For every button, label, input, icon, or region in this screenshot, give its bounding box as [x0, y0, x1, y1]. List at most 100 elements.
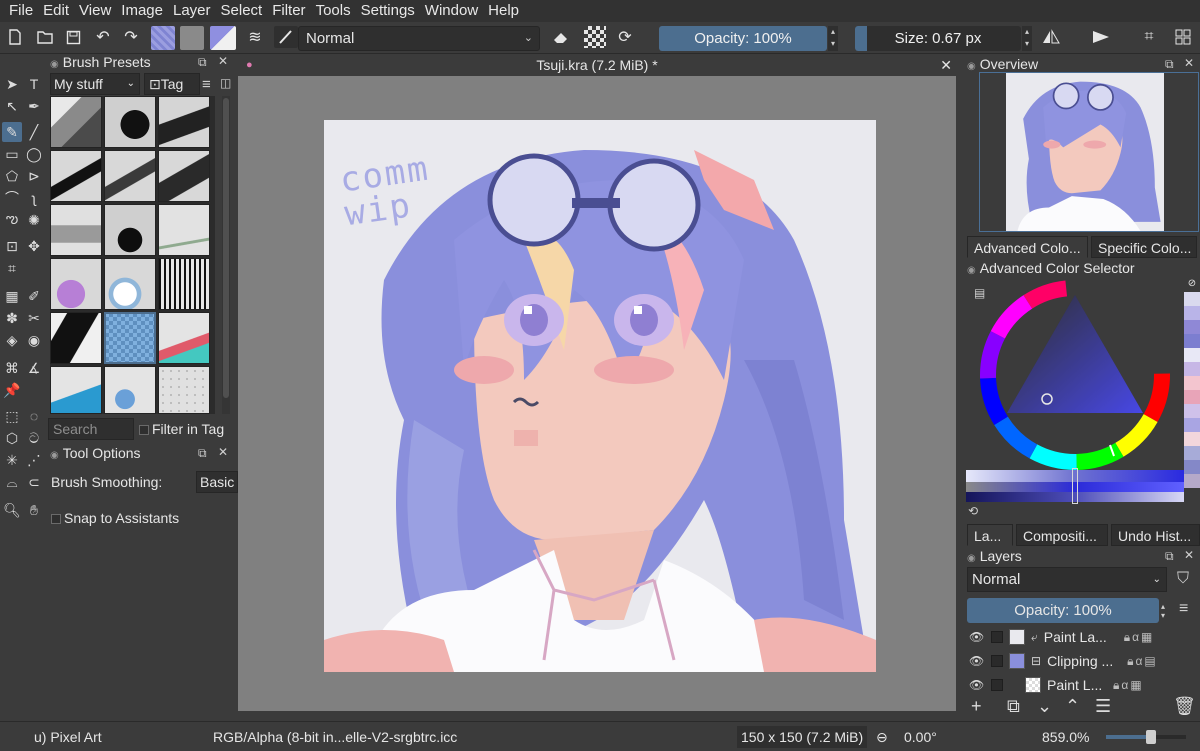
opacity-spin-icon[interactable]: ▴ ▾ [828, 26, 838, 51]
snap-to-assistants-checkbox[interactable]: Snap to Assistants [51, 508, 179, 528]
brush-preset-texture[interactable] [104, 204, 156, 256]
layer-menu-icon[interactable]: ≡ [1179, 600, 1188, 618]
float-docker-icon[interactable]: ⧉ [198, 55, 207, 70]
visibility-eye-icon[interactable]: 👁︎ [969, 654, 985, 668]
size-slider[interactable]: Size: 0.67 px [855, 26, 1021, 51]
zoom-slider[interactable] [1106, 730, 1186, 744]
brush-preset-watercolor[interactable] [50, 258, 102, 310]
color-history-swatch[interactable] [1184, 460, 1200, 474]
rect-select-icon[interactable]: ⬚ [2, 406, 22, 426]
menu-settings[interactable]: Settings [356, 0, 420, 22]
similar-select-icon[interactable]: ⋰ [24, 450, 44, 470]
polyline-tool-icon[interactable]: ⊳ [24, 166, 44, 186]
brush-search-input[interactable]: Search [48, 418, 134, 440]
bezier-select-icon[interactable]: ⌓ [2, 472, 22, 492]
assistant-tool-icon[interactable]: ⌘ [2, 358, 22, 378]
rectangle-tool-icon[interactable]: ▭ [2, 144, 22, 164]
add-layer-icon[interactable]: + [971, 696, 982, 717]
brush-smoothing-select[interactable]: Basic [196, 471, 238, 493]
polygon-select-icon[interactable]: ⬡ [2, 428, 22, 448]
ellipse-select-icon[interactable]: ◌ [24, 406, 44, 426]
overview-viewport-frame[interactable] [979, 72, 1199, 232]
float-docker-icon[interactable]: ⧉ [1165, 57, 1174, 72]
opacity-spin-icon[interactable]: ▴ ▾ [1161, 602, 1165, 620]
canvas-viewport[interactable]: comm wip [238, 76, 956, 711]
menu-edit[interactable]: Edit [38, 0, 74, 22]
multibrush-icon[interactable]: ✺ [24, 210, 44, 230]
new-document-icon[interactable] [4, 26, 26, 48]
visibility-eye-icon[interactable]: 👁︎ [969, 630, 985, 644]
gradient-tool-icon[interactable]: ▦ [2, 286, 22, 306]
brush-preset-pixel-selected[interactable] [104, 312, 156, 364]
tab-specific-color[interactable]: Specific Colo... [1091, 236, 1197, 258]
mirror-horizontal-icon[interactable] [1040, 26, 1062, 48]
eraser-icon[interactable] [550, 26, 572, 48]
tag-button[interactable]: ⊡Tag [144, 73, 200, 95]
close-icon[interactable]: ✕ [218, 54, 228, 68]
filter-in-tag-checkbox[interactable]: Filter in Tag [139, 418, 224, 440]
freehand-select-icon[interactable]: ට [24, 428, 44, 448]
color-history-swatch[interactable] [1184, 390, 1200, 404]
menu-layer[interactable]: Layer [168, 0, 216, 22]
menu-help[interactable]: Help [483, 0, 524, 22]
zoom-tool-icon[interactable]: 🔍︎ [2, 500, 22, 520]
artwork[interactable]: comm wip [324, 120, 876, 672]
text-tool-icon[interactable]: T [24, 74, 44, 94]
enclose-fill-icon[interactable]: ◉ [24, 330, 44, 350]
color-history-swatch[interactable] [1184, 292, 1200, 306]
open-folder-icon[interactable] [34, 26, 56, 48]
move-layer-up-icon[interactable]: ⌃ [1065, 696, 1080, 717]
layer-properties-icons[interactable]: 🔒︎α▤ [1127, 654, 1158, 669]
tab-advanced-color[interactable]: Advanced Colo... [967, 236, 1088, 258]
dynamic-brush-icon[interactable]: ఌ [2, 210, 22, 230]
color-history-swatch[interactable] [1184, 348, 1200, 362]
close-icon[interactable]: ✕ [1184, 56, 1194, 70]
smart-patch-icon[interactable]: ✂ [24, 308, 44, 328]
brush-preset-filter[interactable] [50, 366, 102, 414]
document-tab[interactable]: ● Tsuji.kra (7.2 MiB) * ✕ [238, 54, 956, 76]
image-size-status[interactable]: 150 x 150 (7.2 MiB) [737, 726, 868, 748]
close-icon[interactable]: ✕ [1184, 548, 1194, 562]
calligraphy-icon[interactable]: ✒ [24, 96, 44, 116]
color-history-swatch[interactable] [1184, 474, 1200, 488]
freehand-brush-icon[interactable]: ✎ [2, 122, 22, 142]
brush-preset-pencil[interactable] [158, 204, 210, 256]
close-icon[interactable]: ✕ [940, 54, 952, 76]
transform-tool-icon[interactable]: ⊡ [2, 236, 22, 256]
layer-opacity-slider[interactable]: Opacity: 100% [967, 598, 1159, 623]
reference-tool-icon[interactable]: 📌 [2, 380, 22, 400]
edit-brush-settings-icon[interactable]: ≋ [244, 26, 266, 48]
tab-compositions[interactable]: Compositi... [1016, 524, 1108, 546]
brush-preset-roller[interactable] [50, 204, 102, 256]
brush-preset-shape[interactable] [104, 366, 156, 414]
visibility-eye-icon[interactable]: 👁︎ [969, 678, 985, 692]
layer-row[interactable]: 👁︎ ⤶ Paint La... 🔒︎α▦ [967, 625, 1193, 649]
freehand-path-icon[interactable]: ʅ [24, 188, 44, 208]
duplicate-layer-icon[interactable]: ⧉ [1007, 696, 1020, 717]
crop-tool-icon[interactable]: ⌗ [2, 258, 22, 278]
brush-preset-hatching[interactable] [158, 258, 210, 310]
save-icon[interactable] [62, 26, 84, 48]
edit-shapes-icon[interactable]: ↖ [2, 96, 22, 116]
move-tool-icon[interactable]: ✥ [24, 236, 44, 256]
zoom-slider-knob[interactable] [1146, 730, 1156, 744]
color-history-swatch[interactable] [1184, 376, 1200, 390]
color-history-swatch[interactable] [1184, 418, 1200, 432]
rotation-icon[interactable]: ⊖ [876, 729, 888, 746]
blend-mode-select[interactable]: Normal ⌄ [298, 26, 540, 51]
color-history-swatch[interactable] [1184, 404, 1200, 418]
menu-icon[interactable]: ≡ [202, 76, 211, 93]
bezier-tool-icon[interactable]: ⌒ [2, 188, 22, 208]
wrap-around-icon[interactable]: ⌗ [1138, 26, 1160, 48]
preserve-alpha-icon[interactable] [584, 26, 606, 48]
gradient-swatch[interactable] [180, 26, 204, 50]
brush-preset-marker[interactable] [104, 150, 156, 202]
view-mode-icon[interactable]: ◫ [220, 76, 231, 90]
contiguous-select-icon[interactable]: ✳ [2, 450, 22, 470]
layer-properties-icons[interactable]: 🔒︎α▦ [1113, 678, 1144, 693]
delete-layer-icon[interactable]: 🗑︎ [1173, 696, 1196, 717]
brush-preset-spray[interactable] [158, 366, 210, 414]
brush-preset-ink[interactable] [158, 96, 210, 148]
ellipse-tool-icon[interactable]: ◯ [24, 144, 44, 164]
pattern-swatch[interactable] [151, 26, 175, 50]
